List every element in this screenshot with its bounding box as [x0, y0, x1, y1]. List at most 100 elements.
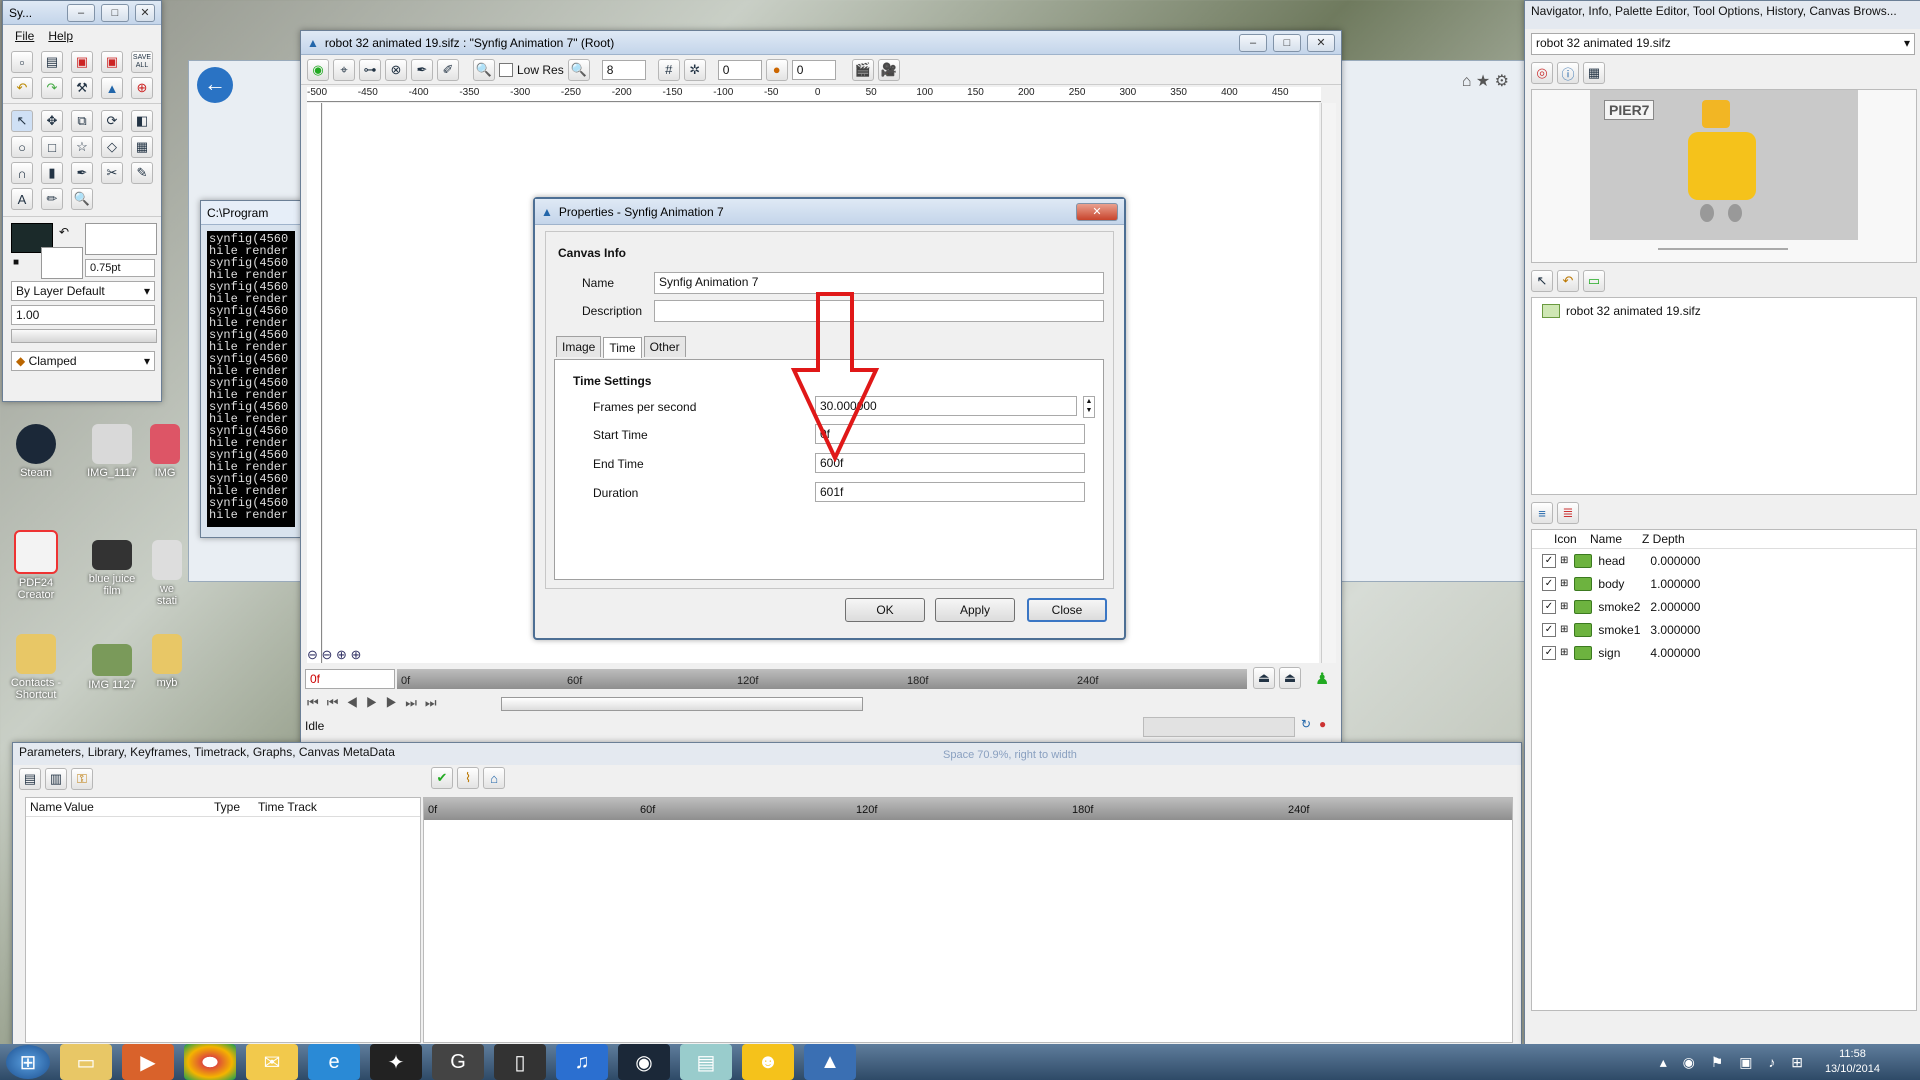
- rectangle-tool-icon[interactable]: □: [41, 136, 63, 158]
- metadata-tab-icon[interactable]: ⌂: [483, 767, 505, 789]
- layer-row[interactable]: ✓ ⊞ head 0.000000: [1532, 549, 1916, 572]
- steam-taskbar-icon[interactable]: ◉: [618, 1044, 670, 1080]
- column-name[interactable]: Name: [26, 800, 64, 814]
- new-file-icon[interactable]: ▫: [11, 51, 33, 73]
- name-input[interactable]: Synfig Animation 7: [654, 272, 1104, 294]
- desktop-icon-myb[interactable]: myb: [150, 634, 184, 689]
- circle-tool-icon[interactable]: ○: [11, 136, 33, 158]
- expand-icon[interactable]: ⊞: [1560, 624, 1568, 635]
- mail-taskbar-icon[interactable]: ✉: [246, 1044, 298, 1080]
- close-button[interactable]: ✕: [135, 3, 155, 22]
- star-tool-icon[interactable]: ☆: [71, 136, 93, 158]
- sketch-tool-icon[interactable]: ✏: [41, 188, 63, 210]
- maximize-button[interactable]: □: [1273, 33, 1301, 52]
- desktop-icon-img-1127[interactable]: IMG 1127: [80, 644, 144, 691]
- keyframe-lock-icon[interactable]: ⏏: [1279, 667, 1301, 689]
- onion-past-field[interactable]: 0: [717, 59, 762, 80]
- show-guides-icon[interactable]: ◉: [307, 58, 329, 81]
- animation-mode-icon[interactable]: ♟: [1315, 669, 1329, 689]
- history-icon[interactable]: ↶: [1557, 270, 1579, 292]
- rotate-tool-icon[interactable]: ⟳: [101, 110, 123, 132]
- desktop-icon-we-stati[interactable]: we stati: [150, 540, 184, 607]
- layer-visible-checkbox[interactable]: ✓: [1542, 599, 1556, 614]
- reset-colors-icon[interactable]: ■: [13, 257, 19, 268]
- zoom-out-icon[interactable]: 🔍: [473, 58, 495, 81]
- expand-icon[interactable]: ⊞: [1560, 578, 1568, 589]
- snap-guides-icon[interactable]: ⌖: [333, 58, 355, 81]
- bline-icon[interactable]: ✒: [411, 58, 433, 81]
- layer-visible-checkbox[interactable]: ✓: [1542, 645, 1556, 660]
- stop-icon[interactable]: ●: [1319, 717, 1326, 731]
- chrome-taskbar-icon[interactable]: [184, 1044, 236, 1080]
- timetrack-area[interactable]: 0f 60f 120f 180f 240f: [423, 797, 1513, 1043]
- zoom-controls[interactable]: ⊖ ⊖ ⊕ ⊕: [307, 647, 361, 663]
- maximize-button[interactable]: □: [101, 3, 129, 22]
- info-icon[interactable]: ⓘ: [1557, 62, 1579, 84]
- preview-icon[interactable]: 🎥: [877, 58, 900, 81]
- setup-icon[interactable]: ⚒: [71, 77, 93, 99]
- expand-icon[interactable]: ⊞: [1560, 601, 1568, 612]
- text-tool-icon[interactable]: A: [11, 188, 33, 210]
- synfig-logo-icon[interactable]: ▲: [101, 77, 123, 99]
- timetrack-tab-icon[interactable]: ✔: [431, 767, 453, 789]
- menu-file[interactable]: File: [15, 29, 34, 43]
- robot-taskbar-icon[interactable]: ☻: [742, 1044, 794, 1080]
- itunes-taskbar-icon[interactable]: ♫: [556, 1044, 608, 1080]
- sets-tab-icon[interactable]: ≣: [1557, 502, 1579, 524]
- desktop-icon-contacts[interactable]: Contacts - Shortcut: [4, 634, 68, 701]
- navigator-preview[interactable]: PIER7: [1531, 89, 1917, 263]
- amount-bar[interactable]: [11, 329, 157, 343]
- width-ducks-icon[interactable]: ✐: [437, 58, 459, 81]
- tool-options-icon[interactable]: ↖: [1531, 270, 1553, 292]
- expand-icon[interactable]: ⊞: [1560, 555, 1568, 566]
- system-tray-icons[interactable]: ▴ ◉ ⚑ ▣ ♪ ⊞: [1660, 1054, 1809, 1071]
- fill-color-swatch[interactable]: [41, 247, 83, 279]
- gradient-tool-icon[interactable]: ▦: [131, 136, 153, 158]
- tab-other[interactable]: Other: [643, 336, 686, 357]
- save-as-icon[interactable]: ▣: [101, 51, 123, 73]
- internet-explorer-taskbar-icon[interactable]: e: [308, 1044, 360, 1080]
- gradient-swatch[interactable]: [85, 223, 157, 255]
- playback-controls[interactable]: ⏮⏮◀▶▶⏭⏭: [307, 695, 445, 711]
- current-time-field[interactable]: 0f: [305, 669, 395, 689]
- column-value[interactable]: Value: [64, 800, 214, 814]
- undo-icon[interactable]: ↶: [11, 77, 33, 99]
- close-button[interactable]: ✕: [1307, 33, 1335, 52]
- show-bones-icon[interactable]: ⊗: [385, 58, 407, 81]
- tab-image[interactable]: Image: [556, 336, 602, 357]
- notepad-taskbar-icon[interactable]: ▤: [680, 1044, 732, 1080]
- canvas-file-select[interactable]: robot 32 animated 19.sifz ▾: [1531, 33, 1915, 55]
- library-tab-icon[interactable]: ▥: [45, 768, 67, 790]
- duration-input[interactable]: 601f: [815, 482, 1085, 502]
- scale-tool-icon[interactable]: ⧉: [71, 110, 93, 132]
- keyframe-lock-icon[interactable]: ⏏: [1253, 667, 1275, 689]
- polygon-tool-icon[interactable]: ◇: [101, 136, 123, 158]
- close-button[interactable]: Close: [1027, 598, 1107, 622]
- brush-size-field[interactable]: 0.75pt: [85, 259, 155, 277]
- dialog-close-icon[interactable]: ✕: [1076, 202, 1118, 221]
- smooth-move-tool-icon[interactable]: ✥: [41, 110, 63, 132]
- logitech-taskbar-icon[interactable]: G: [432, 1044, 484, 1080]
- desktop-icon-pdf24[interactable]: PDF24 Creator: [4, 530, 68, 601]
- tree-item[interactable]: robot 32 animated 19.sifz: [1532, 298, 1916, 324]
- start-button[interactable]: ⊞: [6, 1045, 50, 1079]
- desktop-icon-img[interactable]: IMG: [148, 424, 182, 479]
- phone-taskbar-icon[interactable]: ▯: [494, 1044, 546, 1080]
- game-taskbar-icon[interactable]: ✦: [370, 1044, 422, 1080]
- column-z-depth[interactable]: Z Depth: [1642, 532, 1685, 546]
- open-file-icon[interactable]: ▤: [41, 51, 63, 73]
- layer-row[interactable]: ✓ ⊞ smoke2 2.000000: [1532, 595, 1916, 618]
- layer-visible-checkbox[interactable]: ✓: [1542, 622, 1556, 637]
- fill-tool-icon[interactable]: ▮: [41, 162, 63, 184]
- layer-row[interactable]: ✓ ⊞ body 1.000000: [1532, 572, 1916, 595]
- fps-spinner[interactable]: ▲ ▼: [1083, 396, 1095, 418]
- ok-button[interactable]: OK: [845, 598, 925, 622]
- time-slider[interactable]: 0f 60f 120f 180f 240f: [397, 669, 1247, 689]
- desktop-icon-img-1117[interactable]: IMG_1117: [80, 424, 144, 479]
- graphs-tab-icon[interactable]: ⌇: [457, 767, 479, 789]
- eyedropper-tool-icon[interactable]: ✎: [131, 162, 153, 184]
- amount-slider[interactable]: 1.00: [11, 305, 155, 325]
- grid-size-field[interactable]: 8: [601, 59, 646, 80]
- explorer-taskbar-icon[interactable]: ▭: [60, 1044, 112, 1080]
- zoom-slider[interactable]: [1658, 248, 1788, 250]
